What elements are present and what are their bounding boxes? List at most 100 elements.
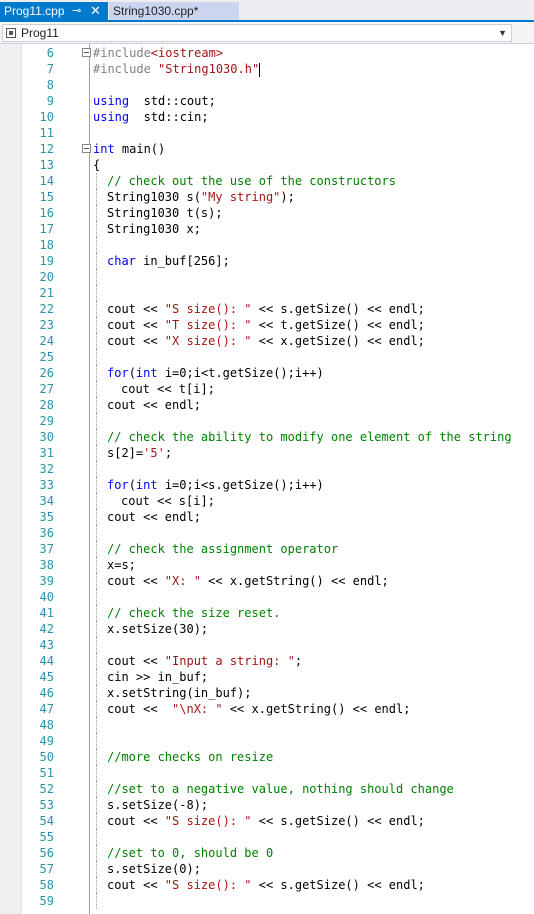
token: cout << [107,334,165,348]
code-line[interactable]: 32 [0,461,534,477]
indent-guide [96,733,97,749]
code-line[interactable]: 50 //more checks on resize [0,749,534,765]
code-line[interactable]: 51 [0,765,534,781]
indent-guide [96,621,97,637]
token: << t.getSize() << endl; [251,318,425,332]
code-line[interactable]: 43 [0,637,534,653]
code-line[interactable]: 28 cout << endl; [0,397,534,413]
line-number: 40 [39,590,54,604]
collapse-icon[interactable] [82,48,91,57]
code-line[interactable]: 22 cout << "S size(): " << s.getSize() <<… [0,301,534,317]
code-line[interactable]: 18 [0,237,534,253]
line-number: 54 [39,814,54,828]
str-token: "S size(): " [164,878,252,892]
cmt-token: // check the ability to modify one eleme… [107,430,512,444]
code-text: cout << "T size(): " << t.getSize() << e… [107,317,425,333]
code-line[interactable]: 21 [0,285,534,301]
indent-guide [96,509,97,525]
indent-guide [96,333,97,349]
code-line[interactable]: 20 [0,269,534,285]
line-number: 17 [39,222,54,236]
code-line[interactable]: 39 cout << "X: " << x.getString() << endl… [0,573,534,589]
indent-guide [96,205,97,221]
indent-guide [96,237,97,253]
project-dropdown[interactable]: Prog11 ▼ [2,24,512,42]
tab-prog11-cpp[interactable]: Prog11.cpp ⊸ ✕ [0,2,108,20]
collapse-icon[interactable] [82,144,91,153]
code-line[interactable]: 56 //set to 0, should be 0 [0,845,534,861]
line-number: 42 [39,622,54,636]
code-line[interactable]: 6 #include<iostream> [0,45,534,61]
code-line[interactable]: 34 cout << s[i]; [0,493,534,509]
indent-guide [96,461,97,477]
code-line[interactable]: 33 for(int i=0;i<s.getSize();i++) [0,477,534,493]
code-line[interactable]: 31 s[2]='5'; [0,445,534,461]
code-text: s[2]='5'; [107,445,172,461]
code-line[interactable]: 13 { [0,157,534,173]
code-line[interactable]: 59 [0,893,534,909]
code-line[interactable]: 49 [0,733,534,749]
kw-token: int [135,478,158,492]
code-line[interactable]: 16 String1030 t(s); [0,205,534,221]
code-text: cout << "Input a string: "; [107,653,302,669]
code-line[interactable]: 15 String1030 s("My string"); [0,189,534,205]
code-line[interactable]: 45 cin >> in_buf; [0,669,534,685]
indent-guide [96,637,97,653]
code-line[interactable]: 58 cout << "S size(): " << s.getSize() <<… [0,877,534,893]
code-line[interactable]: 44 cout << "Input a string: "; [0,653,534,669]
code-line[interactable]: 40 [0,589,534,605]
indent-guide [96,573,97,589]
code-line[interactable]: 11 [0,125,534,141]
indent-guide [96,173,97,189]
code-line[interactable]: 46 x.setString(in_buf); [0,685,534,701]
str-token: <iostream> [150,46,224,60]
code-text: #include<iostream> [93,45,223,61]
line-number: 21 [39,286,54,300]
pin-icon[interactable]: ⊸ [72,2,81,20]
code-line[interactable]: 30 // check the ability to modify one ele… [0,429,534,445]
code-line[interactable]: 36 [0,525,534,541]
code-line[interactable]: 26 for(int i=0;i<t.getSize();i++) [0,365,534,381]
line-number: 24 [39,334,54,348]
line-number: 52 [39,782,54,796]
line-number: 19 [39,254,54,268]
chevron-down-icon[interactable]: ▼ [498,25,507,41]
code-line[interactable]: 23 cout << "T size(): " << t.getSize() <<… [0,317,534,333]
code-line[interactable]: 38 x=s; [0,557,534,573]
code-line[interactable]: 48 [0,717,534,733]
code-editor[interactable]: 6 #include<iostream> 7 #include "String1030… [0,44,534,914]
code-line[interactable]: 52 //set to a negative value, nothing sho… [0,781,534,797]
line-number: 51 [39,766,54,780]
code-line[interactable]: 25 [0,349,534,365]
close-icon[interactable]: ✕ [90,2,101,20]
code-line[interactable]: 19 char in_buf[256]; [0,253,534,269]
code-text: for(int i=0;i<t.getSize();i++) [107,365,324,381]
line-number: 37 [39,542,54,556]
code-line[interactable]: 24 cout << "X size(): " << x.getSize() <<… [0,333,534,349]
code-line[interactable]: 57 s.setSize(0); [0,861,534,877]
code-line[interactable]: 42 x.setSize(30); [0,621,534,637]
code-line[interactable]: 8 [0,77,534,93]
token: String1030 x; [107,222,201,236]
line-number: 26 [39,366,54,380]
code-line[interactable]: 41 // check the size reset. [0,605,534,621]
code-line[interactable]: 17 String1030 x; [0,221,534,237]
indent-guide [96,269,97,285]
code-line[interactable]: 12 int main() [0,141,534,157]
tab-string1030-cpp[interactable]: String1030.cpp* [109,2,239,20]
code-line[interactable]: 29 [0,413,534,429]
code-line[interactable]: 7 #include "String1030.h" [0,61,534,77]
code-line[interactable]: 9 using std::cout; [0,93,534,109]
code-line[interactable]: 54 cout << "S size(): " << s.getSize() <<… [0,813,534,829]
code-line[interactable]: 55 [0,829,534,845]
code-line[interactable]: 47 cout << "\nX: " << x.getString() << en… [0,701,534,717]
code-line[interactable]: 14 // check out the use of the constructo… [0,173,534,189]
line-number: 57 [39,862,54,876]
code-line[interactable]: 10 using std::cin; [0,109,534,125]
code-line[interactable]: 53 s.setSize(-8); [0,797,534,813]
indent-guide [96,189,97,205]
code-line[interactable]: 37 // check the assignment operator [0,541,534,557]
code-line[interactable]: 35 cout << endl; [0,509,534,525]
code-text: //more checks on resize [107,749,273,765]
code-line[interactable]: 27 cout << t[i]; [0,381,534,397]
